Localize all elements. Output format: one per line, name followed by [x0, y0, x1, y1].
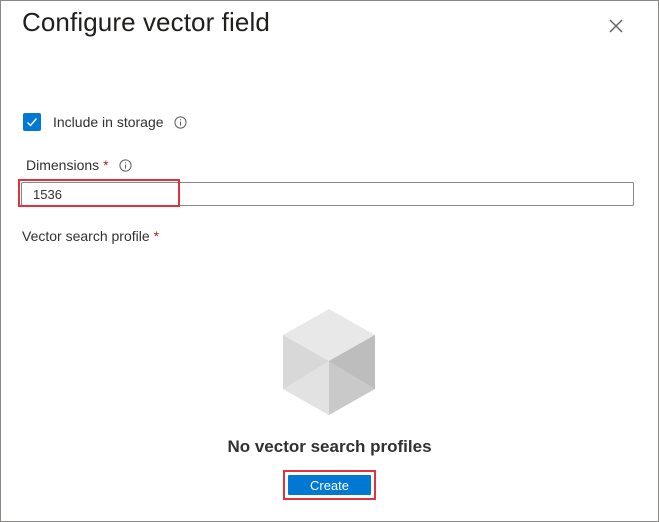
info-icon[interactable]: [118, 158, 132, 172]
close-icon[interactable]: [607, 17, 625, 35]
dimensions-input[interactable]: [22, 183, 633, 205]
dimensions-field-wrapper: [21, 182, 634, 206]
required-mark: *: [103, 157, 109, 173]
cube-icon: [283, 309, 375, 415]
dimensions-label-row: Dimensions *: [26, 157, 132, 173]
checkmark-icon: [27, 118, 38, 127]
required-mark: *: [153, 228, 160, 244]
create-button[interactable]: Create: [288, 475, 371, 495]
configure-vector-field-panel: Configure vector field Include in storag…: [0, 0, 659, 522]
create-highlight: Create: [283, 470, 376, 500]
include-in-storage-checkbox[interactable]: [23, 113, 41, 131]
include-in-storage-row: Include in storage: [23, 111, 187, 133]
vector-search-profile-label-row: Vector search profile *: [22, 228, 159, 244]
vector-search-profile-label: Vector search profile: [22, 228, 150, 244]
dialog-title: Configure vector field: [22, 7, 270, 37]
dimensions-label: Dimensions: [26, 157, 100, 173]
info-icon[interactable]: [173, 115, 187, 129]
empty-state-message: No vector search profiles: [227, 437, 432, 456]
include-in-storage-label: Include in storage: [53, 114, 164, 130]
